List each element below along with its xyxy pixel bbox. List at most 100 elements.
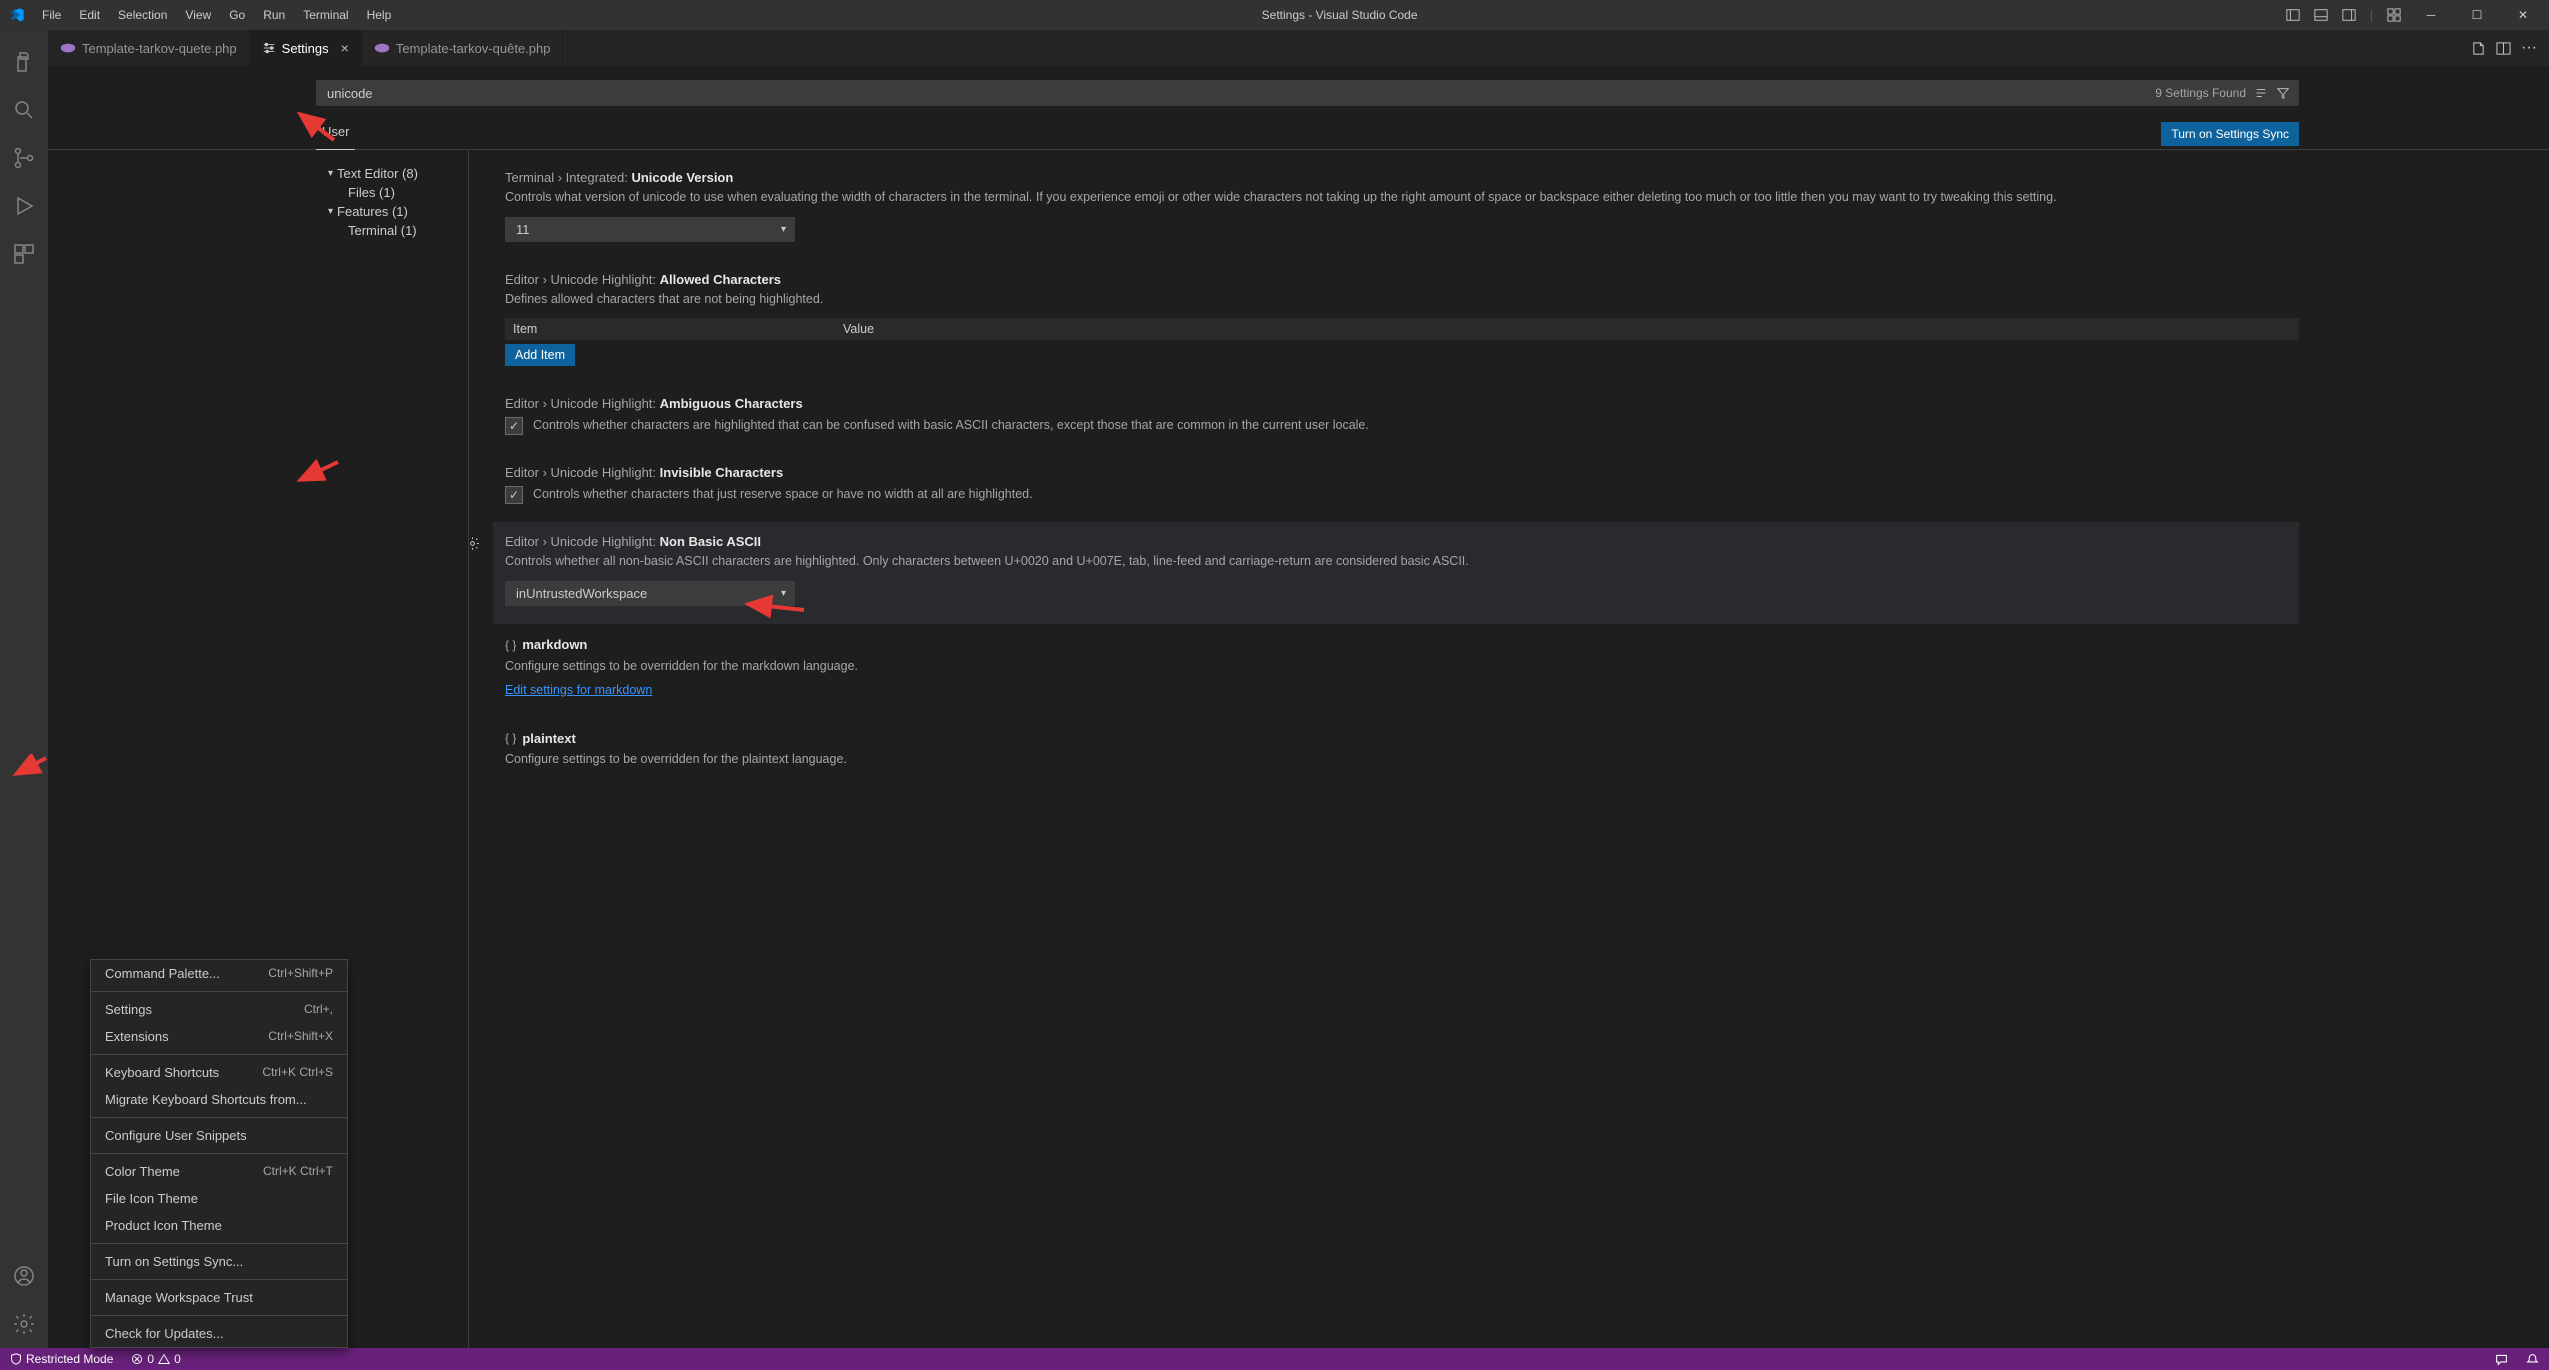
menu-run[interactable]: Run: [255, 4, 293, 26]
settings-tab-icon: [262, 41, 276, 55]
setting-desc: Controls whether characters are highligh…: [533, 417, 1369, 435]
maximize-button[interactable]: ☐: [2455, 4, 2499, 26]
editor-tab[interactable]: Settings ×: [250, 30, 362, 66]
menu-view[interactable]: View: [177, 4, 219, 26]
language-override-header: { } plaintext: [505, 731, 576, 746]
tab-label: Template-tarkov-quete.php: [82, 41, 237, 56]
layout-panel-right-icon[interactable]: [2336, 4, 2362, 26]
menu-item[interactable]: Extensions Ctrl+Shift+X: [91, 1023, 347, 1050]
toc-item[interactable]: Files (1): [328, 183, 468, 202]
setting-desc: Controls whether all non-basic ASCII cha…: [505, 553, 2299, 571]
menu-item[interactable]: Check for Updates...: [91, 1320, 347, 1347]
close-tab-icon[interactable]: ×: [341, 40, 349, 56]
setting-title: Editor › Unicode Highlight: Non Basic AS…: [505, 534, 2299, 549]
window-title: Settings - Visual Studio Code: [399, 8, 2280, 22]
setting-title: Terminal › Integrated: Unicode Version: [505, 170, 2299, 185]
menu-item-shortcut: Ctrl+Shift+X: [268, 1029, 333, 1044]
menu-item-label: Command Palette...: [105, 966, 220, 981]
language-override-header: { } markdown: [505, 637, 587, 652]
toc-item[interactable]: Terminal (1): [328, 221, 468, 240]
accounts-icon[interactable]: [0, 1252, 48, 1300]
menu-item[interactable]: Configure User Snippets: [91, 1122, 347, 1149]
menu-item-label: Manage Workspace Trust: [105, 1290, 253, 1305]
edit-language-settings-link[interactable]: Edit settings for markdown: [505, 683, 652, 697]
menu-separator: [91, 1315, 347, 1316]
clear-search-icon[interactable]: [2254, 86, 2268, 100]
minimize-button[interactable]: ─: [2409, 4, 2453, 26]
setting-desc: Configure settings to be overridden for …: [505, 658, 2299, 676]
checkbox[interactable]: ✓: [505, 486, 523, 504]
menu-separator: [91, 1243, 347, 1244]
menu-item-label: Check for Updates...: [105, 1326, 224, 1341]
manage-gear-icon[interactable]: [0, 1300, 48, 1348]
settings-search-wrap: 9 Settings Found: [316, 80, 2299, 106]
menu-item-shortcut: Ctrl+,: [304, 1002, 333, 1017]
menu-item[interactable]: Product Icon Theme: [91, 1212, 347, 1239]
notifications-icon[interactable]: [2522, 1353, 2543, 1366]
editor-tab[interactable]: Template-tarkov-quete.php: [48, 30, 250, 66]
menu-file[interactable]: File: [34, 4, 69, 26]
setting-lang_plaintext: { } plaintext Configure settings to be ov…: [505, 717, 2299, 787]
explorer-icon[interactable]: [0, 38, 48, 86]
error-count: 0: [147, 1352, 154, 1366]
menu-separator: [91, 1117, 347, 1118]
menu-terminal[interactable]: Terminal: [295, 4, 356, 26]
php-file-icon: [374, 42, 390, 54]
feedback-icon[interactable]: [2491, 1353, 2512, 1366]
menu-item-label: Keyboard Shortcuts: [105, 1065, 219, 1080]
menu-item[interactable]: Command Palette... Ctrl+Shift+P: [91, 960, 347, 987]
tab-label: Settings: [282, 41, 329, 56]
menu-item[interactable]: Color ThemeCtrl+K Ctrl+T: [91, 1158, 347, 1185]
checkbox[interactable]: ✓: [505, 417, 523, 435]
setting-dropdown[interactable]: inUntrustedWorkspace▾: [505, 581, 795, 606]
search-icon[interactable]: [0, 86, 48, 134]
setting-dropdown[interactable]: 11▾: [505, 217, 795, 242]
setting-lang_markdown: { } markdown Configure settings to be ove…: [505, 624, 2299, 718]
menu-item[interactable]: File Icon Theme: [91, 1185, 347, 1212]
split-editor-icon[interactable]: [2496, 41, 2511, 56]
layout-panel-left-icon[interactable]: [2280, 4, 2306, 26]
setting-ambiguous: Editor › Unicode Highlight: Ambiguous Ch…: [505, 384, 2299, 453]
scope-tab-user[interactable]: User: [316, 118, 355, 150]
menu-item[interactable]: Manage Workspace Trust: [91, 1284, 347, 1311]
gear-icon[interactable]: [468, 536, 480, 551]
toc-item[interactable]: ▾Text Editor (8): [328, 164, 468, 183]
menu-item-label: Product Icon Theme: [105, 1218, 222, 1233]
setting-desc: Configure settings to be overridden for …: [505, 751, 2299, 769]
close-button[interactable]: ✕: [2501, 4, 2545, 26]
toc-label: Text Editor (8): [337, 166, 418, 181]
restricted-mode-badge[interactable]: Restricted Mode: [6, 1352, 117, 1366]
settings-found-label: 9 Settings Found: [2155, 86, 2246, 100]
add-item-button[interactable]: Add Item: [505, 344, 575, 366]
menu-item-shortcut: Ctrl+Shift+P: [268, 966, 333, 981]
toc-label: Files (1): [348, 185, 395, 200]
menu-separator: [91, 991, 347, 992]
tab-label: Template-tarkov-quête.php: [396, 41, 551, 56]
editor-tab[interactable]: Template-tarkov-quête.php: [362, 30, 564, 66]
layout-customize-icon[interactable]: [2381, 4, 2407, 26]
settings-search-input[interactable]: [317, 86, 2155, 101]
toc-item[interactable]: ▾Features (1): [328, 202, 468, 221]
setting-nonbasic: Editor › Unicode Highlight: Non Basic AS…: [493, 522, 2299, 624]
menu-item[interactable]: SettingsCtrl+,: [91, 996, 347, 1023]
filter-icon[interactable]: [2276, 86, 2290, 100]
menu-edit[interactable]: Edit: [71, 4, 108, 26]
menu-item[interactable]: Migrate Keyboard Shortcuts from...: [91, 1086, 347, 1113]
menu-separator: [91, 1054, 347, 1055]
menu-item[interactable]: Keyboard ShortcutsCtrl+K Ctrl+S: [91, 1059, 347, 1086]
table-header: ItemValue: [505, 318, 2299, 340]
run-debug-icon[interactable]: [0, 182, 48, 230]
menu-item-label: Extensions: [105, 1029, 169, 1044]
turn-on-sync-button[interactable]: Turn on Settings Sync: [2161, 122, 2299, 146]
setting-title: Editor › Unicode Highlight: Allowed Char…: [505, 272, 2299, 287]
extensions-icon[interactable]: [0, 230, 48, 278]
menu-help[interactable]: Help: [359, 4, 400, 26]
source-control-icon[interactable]: [0, 134, 48, 182]
menu-selection[interactable]: Selection: [110, 4, 175, 26]
menu-item[interactable]: Turn on Settings Sync...: [91, 1248, 347, 1275]
menu-go[interactable]: Go: [221, 4, 253, 26]
open-settings-json-icon[interactable]: [2471, 41, 2486, 56]
more-actions-icon[interactable]: ···: [2521, 39, 2537, 57]
layout-panel-bottom-icon[interactable]: [2308, 4, 2334, 26]
problems-badge[interactable]: 0 0: [127, 1352, 184, 1366]
